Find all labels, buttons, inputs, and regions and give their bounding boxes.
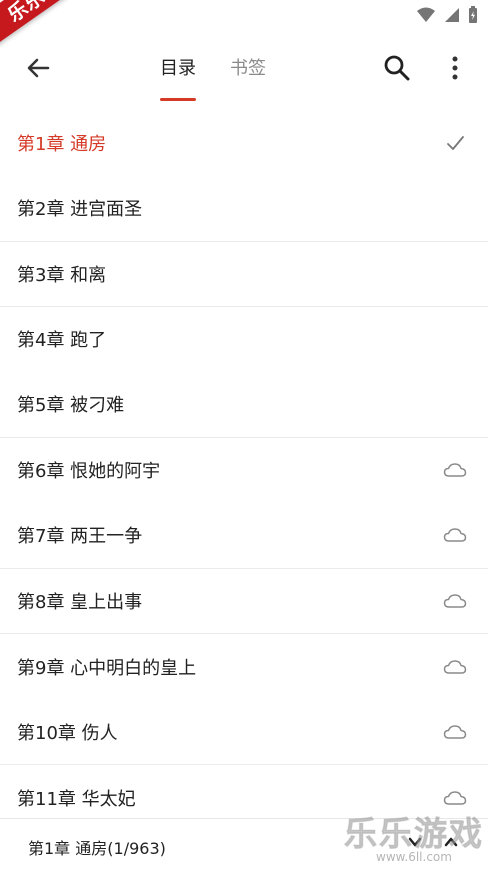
wifi-icon <box>416 7 436 27</box>
chapter-item-3[interactable]: 第3章 和离 <box>0 241 488 307</box>
top-app-bar: 目录 书签 <box>0 30 488 110</box>
scroll-controls <box>406 833 460 855</box>
cloud-icon <box>442 785 468 811</box>
chapter-item-6[interactable]: 第6章 恨她的阿宇 <box>0 438 488 504</box>
appbar-actions <box>382 55 470 85</box>
bottom-status-bar: 第1章 通房(1/963) <box>0 818 488 869</box>
chapter-item-10[interactable]: 第10章 伤人 <box>0 700 488 765</box>
back-arrow-icon <box>25 55 51 85</box>
cloud-icon <box>442 654 468 680</box>
cloud-icon <box>442 588 468 614</box>
chapter-title: 第2章 进宫面圣 <box>17 199 143 221</box>
chapter-list: 第1章 通房 第2章 进宫面圣 第3章 和离 第4章 跑了 第5章 被刁难 第6… <box>0 110 488 831</box>
chapter-title: 第10章 伤人 <box>17 722 118 744</box>
chapter-item-7[interactable]: 第7章 两王一争 <box>0 503 488 569</box>
tab-bookmarks[interactable]: 书签 <box>230 54 266 86</box>
chapter-item-9[interactable]: 第9章 心中明白的皇上 <box>0 634 488 700</box>
chapter-title: 第5章 被刁难 <box>17 395 125 417</box>
chapter-item-8[interactable]: 第8章 皇上出事 <box>0 569 488 634</box>
search-icon <box>383 54 411 86</box>
signal-icon <box>444 7 460 27</box>
chevron-down-icon[interactable] <box>406 833 424 855</box>
search-button[interactable] <box>382 55 412 85</box>
catalog-tabs: 目录 书签 <box>160 30 266 110</box>
cloud-icon <box>442 719 468 745</box>
chevron-up-icon[interactable] <box>442 833 460 855</box>
check-icon <box>442 130 468 156</box>
chapter-title: 第8章 皇上出事 <box>17 591 143 613</box>
cloud-icon <box>442 457 468 483</box>
chapter-item-1[interactable]: 第1章 通房 <box>0 110 488 176</box>
status-bar <box>0 0 488 30</box>
chapter-item-4[interactable]: 第4章 跑了 <box>0 307 488 373</box>
cloud-icon <box>442 522 468 548</box>
chapter-title: 第9章 心中明白的皇上 <box>17 657 197 679</box>
chapter-title: 第3章 和离 <box>17 264 107 286</box>
tab-contents[interactable]: 目录 <box>160 54 196 101</box>
status-icons <box>416 6 478 28</box>
back-button[interactable] <box>22 54 54 86</box>
more-vert-icon <box>451 56 459 84</box>
chapter-title: 第7章 两王一争 <box>17 526 143 548</box>
chapter-title: 第1章 通房 <box>17 133 107 155</box>
more-options-button[interactable] <box>440 55 470 85</box>
chapter-title: 第4章 跑了 <box>17 330 107 352</box>
chapter-title: 第6章 恨她的阿宇 <box>17 461 161 483</box>
reading-progress: 第1章 通房(1/963) <box>28 839 166 858</box>
chapter-title: 第11章 华太妃 <box>17 788 136 810</box>
battery-icon <box>468 6 478 28</box>
chapter-item-5[interactable]: 第5章 被刁难 <box>0 372 488 438</box>
chapter-catalog-screen: 乐乐亲测 <box>0 0 488 869</box>
chapter-item-2[interactable]: 第2章 进宫面圣 <box>0 176 488 242</box>
